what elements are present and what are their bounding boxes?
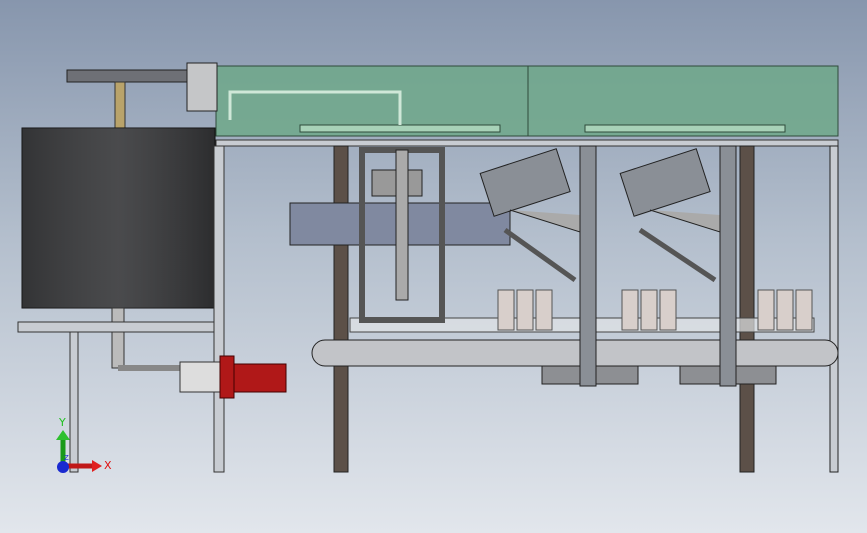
filling-head xyxy=(289,147,511,323)
pump-motor xyxy=(179,355,287,399)
z-axis-dot xyxy=(57,461,69,473)
x-axis-label: X xyxy=(104,459,112,472)
frame-top-rail xyxy=(215,139,839,147)
y-axis-label: Y xyxy=(58,416,66,429)
guard-enclosure xyxy=(215,65,839,137)
coordinate-triad: Y X Z xyxy=(56,416,112,473)
z-axis-label: Z xyxy=(64,454,69,462)
bottles xyxy=(497,289,813,331)
top-actuator xyxy=(66,62,218,129)
cad-viewport[interactable]: Y X Z xyxy=(0,0,867,533)
